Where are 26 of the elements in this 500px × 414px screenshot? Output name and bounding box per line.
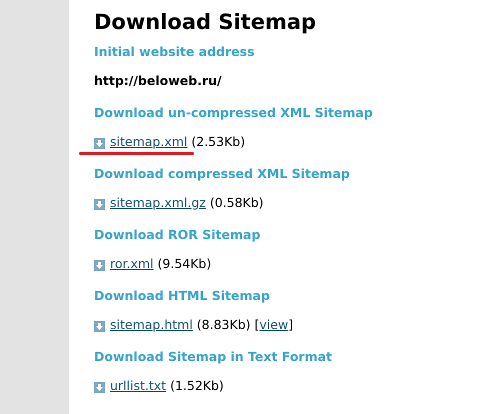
file-link[interactable]: urllist.txt (110, 378, 166, 394)
file-size: (8.83Kb) (196, 317, 251, 333)
section-heading: Download Sitemap in Text Format (94, 349, 334, 365)
section-heading: Download HTML Sitemap (94, 288, 271, 304)
file-size: (9.54Kb) (158, 256, 212, 272)
download-icon (94, 199, 105, 210)
file-size: (0.58Kb) (210, 195, 264, 211)
bracket: ] (288, 317, 294, 333)
section-heading: Download un-compressed XML Sitemap (94, 105, 374, 121)
download-icon (94, 138, 105, 149)
download-icon (94, 382, 105, 393)
page-title: Download Sitemap (94, 9, 318, 36)
file-link[interactable]: sitemap.xml.gz (110, 195, 206, 211)
website-url: http://beloweb.ru/ (94, 73, 222, 89)
file-link[interactable]: ror.xml (110, 256, 154, 272)
bracket: [ (254, 317, 260, 333)
download-icon (94, 260, 105, 271)
file-size: (1.52Kb) (170, 378, 224, 394)
view-link[interactable]: view (259, 317, 288, 333)
section-heading: Initial website address (94, 44, 256, 60)
file-size: (2.53Kb) (191, 134, 246, 150)
section-heading: Download ROR Sitemap (94, 227, 262, 243)
section-heading: Download compressed XML Sitemap (94, 166, 351, 182)
file-link[interactable]: sitemap.xml (110, 134, 188, 150)
file-link[interactable]: sitemap.html (110, 317, 193, 333)
download-icon (94, 321, 105, 332)
